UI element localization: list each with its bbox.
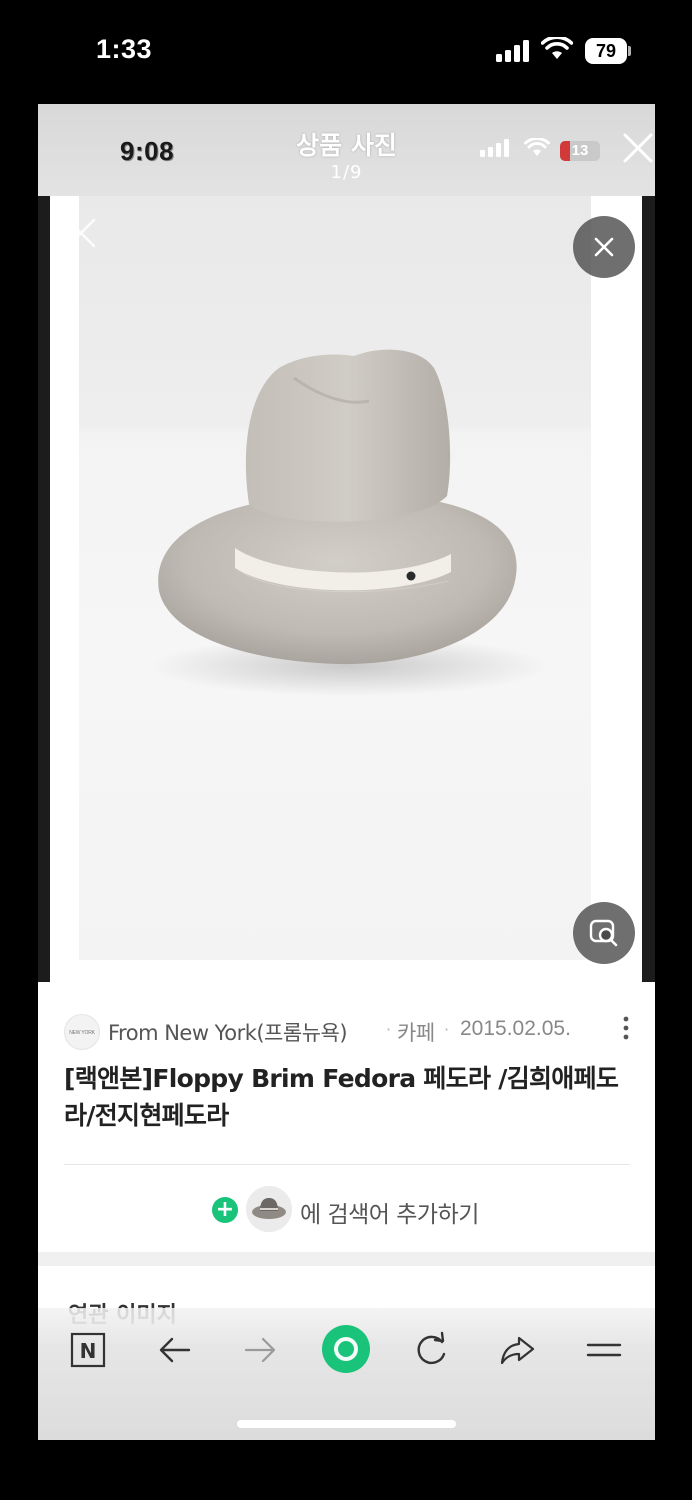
forward-arrow-icon <box>244 1337 276 1363</box>
naver-home-icon: N <box>70 1332 106 1368</box>
battery-icon: 79 <box>585 38 631 64</box>
share-icon <box>500 1336 535 1365</box>
close-round-button[interactable] <box>573 216 635 278</box>
source-name[interactable]: From New York(프롬뉴욕) <box>108 1017 348 1047</box>
browser-toolbar: N <box>38 1308 655 1440</box>
divider <box>64 1164 630 1165</box>
home-indicator[interactable] <box>237 1420 456 1428</box>
image-viewer-header: 9:08 상품 사진 1/9 13 <box>38 104 655 196</box>
inner-battery-icon: 13 <box>560 141 600 161</box>
add-to-search-label: 에 검색어 추가하기 <box>300 1202 479 1228</box>
faded-close-icon[interactable] <box>64 216 98 250</box>
battery-level: 79 <box>585 38 627 64</box>
outer-bottom-bezel <box>0 1440 692 1500</box>
outer-status-bar: 1:33 79 <box>0 0 692 104</box>
menu-icon <box>586 1343 622 1357</box>
image-search-icon <box>589 919 618 947</box>
source-logo: NEW YORK <box>64 1014 100 1050</box>
search-result-card: NEW YORK From New York(프롬뉴욕) · 카페 · 2015… <box>38 982 655 1252</box>
post-date: 2015.02.05. <box>460 1017 571 1040</box>
separator-dot: · <box>444 1020 450 1039</box>
image-counter: 1/9 <box>330 162 363 183</box>
green-dot-icon <box>322 1325 370 1373</box>
add-to-search-button[interactable]: + 에 검색어 추가하기 <box>210 1182 510 1238</box>
photo-area <box>38 196 655 982</box>
inner-battery-level: 13 <box>571 142 589 159</box>
forward-button[interactable] <box>234 1330 286 1376</box>
close-round-icon <box>594 237 614 257</box>
inner-signal-icon <box>480 139 509 157</box>
captured-screen: 9:08 상품 사진 1/9 13 NEW YORK From New York… <box>38 104 655 1440</box>
cellular-signal-icon <box>496 40 529 62</box>
close-icon[interactable] <box>622 132 654 164</box>
more-options-icon[interactable] <box>621 1016 631 1040</box>
source-type: 카페 <box>397 1021 435 1045</box>
reload-button[interactable] <box>405 1330 457 1376</box>
back-button[interactable] <box>149 1330 201 1376</box>
fedora-hat-image <box>149 349 549 696</box>
result-title[interactable]: [랙앤본]Floppy Brim Fedora 페도라 /김희애페도라/전지현페… <box>64 1060 634 1134</box>
naver-home-button[interactable]: N <box>62 1330 114 1376</box>
product-photo[interactable] <box>79 196 591 960</box>
reload-icon <box>417 1331 446 1365</box>
source-row[interactable]: NEW YORK From New York(프롬뉴욕) · 카페 · 2015… <box>64 1012 634 1050</box>
section-divider <box>38 1252 655 1266</box>
separator-dot: · <box>386 1020 392 1039</box>
green-dot-button[interactable] <box>319 1322 373 1376</box>
status-time: 1:33 <box>96 34 153 64</box>
back-arrow-icon <box>159 1337 191 1363</box>
hat-thumbnail <box>246 1186 292 1232</box>
menu-button[interactable] <box>578 1330 630 1376</box>
share-button[interactable] <box>491 1330 543 1376</box>
plus-icon: + <box>212 1197 238 1223</box>
wifi-icon <box>541 37 573 59</box>
naver-home-letter: N <box>80 1339 97 1363</box>
image-search-button[interactable] <box>573 902 635 964</box>
inner-wifi-icon <box>524 138 550 156</box>
